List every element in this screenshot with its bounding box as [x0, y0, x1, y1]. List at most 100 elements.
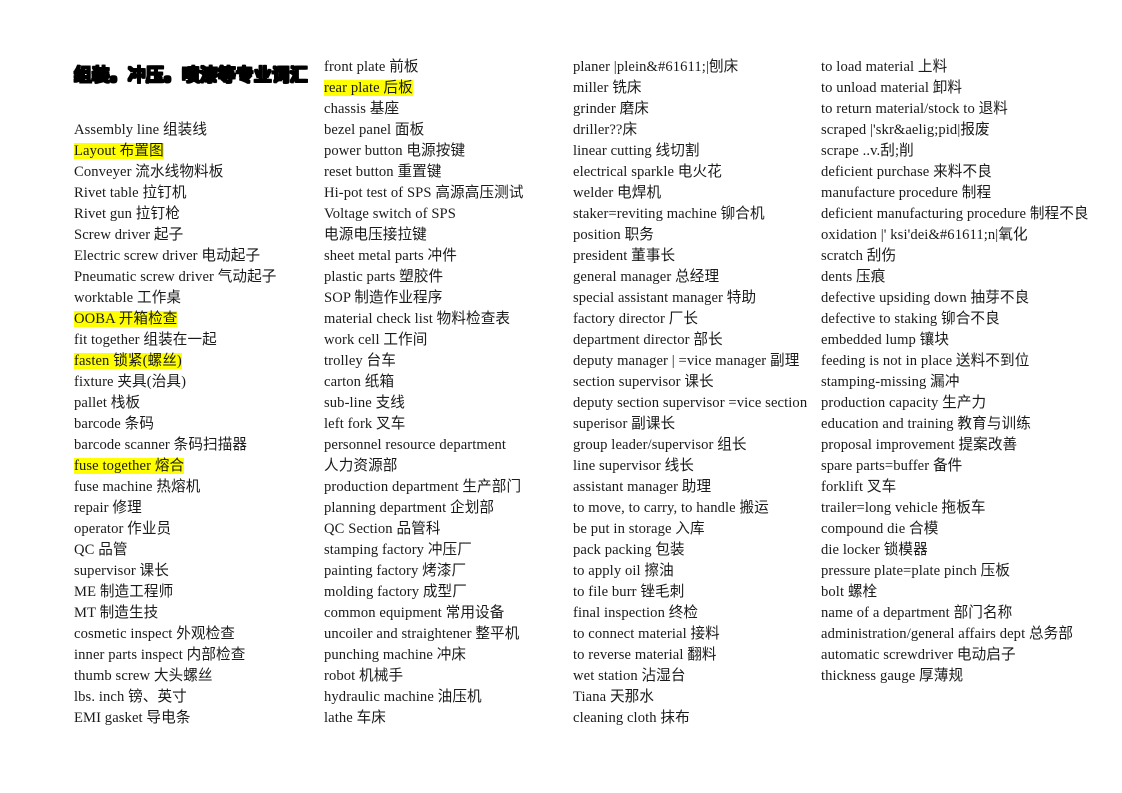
glossary-entry: planer |plein&#61611;|刨床 — [573, 59, 739, 75]
glossary-column-1: Assembly line 组装线 Layout 布置图 Conveyer 流水线物… — [74, 57, 314, 729]
glossary-entry: supervisor 课长 — [74, 563, 169, 579]
glossary-entry: forklift 叉车 — [821, 479, 897, 495]
glossary-entry: repair 修理 — [74, 500, 142, 516]
glossary-entry: thickness gauge 厚薄规 — [821, 668, 964, 684]
glossary-entry: miller 铣床 — [573, 80, 642, 96]
entry-list: to load material 上料 to unload material 卸料… — [821, 57, 1089, 687]
glossary-entry: Conveyer 流水线物料板 — [74, 164, 224, 180]
highlighted-term: rear plate 后板 — [324, 80, 413, 96]
document-page: 组装。冲压。喷漆等专业词汇 Assembly line 组装线 Layout 布置… — [0, 0, 1122, 793]
highlighted-term: fuse together 熔合 — [74, 458, 185, 474]
glossary-entry: OOBA 开箱检查 — [74, 309, 314, 330]
glossary-entry: deficient manufacturing procedure 制程不良 — [821, 206, 1089, 222]
glossary-entry: QC Section 品管科 — [324, 521, 441, 537]
glossary-entry: Pneumatic screw driver 气动起子 — [74, 269, 277, 285]
glossary-entry: sub-line 支线 — [324, 395, 405, 411]
glossary-entry: hydraulic machine 油压机 — [324, 689, 482, 705]
title-spacer — [74, 99, 314, 120]
glossary-entry: plastic parts 塑胶件 — [324, 269, 444, 285]
glossary-entry: manufacture procedure 制程 — [821, 185, 992, 201]
glossary-entry: oxidation |' ksi'dei&#61611;n|氧化 — [821, 227, 1028, 243]
glossary-entry: thumb screw 大头螺丝 — [74, 668, 213, 684]
glossary-entry: painting factory 烤漆厂 — [324, 563, 467, 579]
glossary-entry: reset button 重置键 — [324, 164, 442, 180]
glossary-entry: grinder 磨床 — [573, 101, 649, 117]
entry-list: front plate 前板 rear plate 后板 chassis 基座 bez… — [324, 57, 562, 729]
glossary-columns: Assembly line 组装线 Layout 布置图 Conveyer 流水线物… — [0, 0, 1122, 793]
glossary-entry: trolley 台车 — [324, 353, 396, 369]
glossary-entry: to reverse material 翻料 — [573, 647, 717, 663]
glossary-entry: electrical sparkle 电火花 — [573, 164, 722, 180]
glossary-entry: rear plate 后板 — [324, 78, 562, 99]
glossary-entry: carton 纸箱 — [324, 374, 395, 390]
glossary-entry: administration/general affairs dept 总务部 — [821, 626, 1074, 642]
glossary-entry: pressure plate=plate pinch 压板 — [821, 563, 1011, 579]
glossary-entry: worktable 工作桌 — [74, 290, 182, 306]
glossary-entry: punching machine 冲床 — [324, 647, 467, 663]
highlighted-term: fasten 锁紧(螺丝) — [74, 353, 182, 369]
glossary-column-4: to load material 上料 to unload material 卸料… — [821, 57, 1089, 687]
glossary-entry: compound die 合模 — [821, 521, 939, 537]
glossary-entry: to file burr 锉毛刺 — [573, 584, 685, 600]
glossary-entry: dents 压痕 — [821, 269, 886, 285]
glossary-entry: stamping-missing 漏冲 — [821, 374, 960, 390]
glossary-entry: deficient purchase 来料不良 — [821, 164, 992, 180]
glossary-entry: cosmetic inspect 外观检查 — [74, 626, 235, 642]
glossary-entry: QC 品管 — [74, 542, 128, 558]
glossary-entry: pallet 栈板 — [74, 395, 141, 411]
glossary-entry: fuse together 熔合 — [74, 456, 314, 477]
glossary-entry: deputy section supervisor =vice section — [573, 395, 808, 411]
glossary-entry: pack packing 包装 — [573, 542, 685, 558]
glossary-entry: production department 生产部门 — [324, 479, 522, 495]
glossary-entry: bezel panel 面板 — [324, 122, 425, 138]
title-spacer — [74, 78, 314, 99]
glossary-entry: staker=reviting machine 铆合机 — [573, 206, 765, 222]
glossary-entry: work cell 工作间 — [324, 332, 428, 348]
glossary-entry: general manager 总经理 — [573, 269, 720, 285]
glossary-entry: operator 作业员 — [74, 521, 172, 537]
glossary-entry: Rivet table 拉钉机 — [74, 185, 187, 201]
glossary-entry: education and training 教育与训练 — [821, 416, 1031, 432]
glossary-entry: special assistant manager 特助 — [573, 290, 757, 306]
glossary-entry: superisor 副课长 — [573, 416, 676, 432]
glossary-entry: final inspection 终检 — [573, 605, 699, 621]
highlighted-term: Layout 布置图 — [74, 143, 164, 159]
glossary-entry: Assembly line 组装线 — [74, 122, 208, 138]
glossary-entry: section supervisor 课长 — [573, 374, 714, 390]
glossary-entry: name of a department 部门名称 — [821, 605, 1013, 621]
glossary-entry: chassis 基座 — [324, 101, 400, 117]
glossary-entry: department director 部长 — [573, 332, 723, 348]
glossary-entry: planning department 企划部 — [324, 500, 495, 516]
glossary-entry: trailer=long vehicle 拖板车 — [821, 500, 986, 516]
glossary-column-2: front plate 前板 rear plate 后板 chassis 基座 bez… — [324, 57, 562, 729]
glossary-entry: lbs. inch 镑、英寸 — [74, 689, 187, 705]
glossary-entry: deputy manager | =vice manager 副理 — [573, 353, 800, 369]
glossary-entry: defective upsiding down 抽芽不良 — [821, 290, 1030, 306]
glossary-entry: scrape ..v.刮;削 — [821, 143, 914, 159]
glossary-entry: Voltage switch of SPS — [324, 206, 456, 222]
glossary-entry: material check list 物料检查表 — [324, 311, 511, 327]
glossary-entry: sheet metal parts 冲件 — [324, 248, 457, 264]
glossary-entry: fixture 夹具(治具) — [74, 374, 187, 390]
glossary-entry: 电源电压接拉键 — [324, 227, 427, 243]
glossary-entry: Electric screw driver 电动起子 — [74, 248, 261, 264]
glossary-entry: spare parts=buffer 备件 — [821, 458, 963, 474]
glossary-entry: Rivet gun 拉钉枪 — [74, 206, 180, 222]
glossary-entry: group leader/supervisor 组长 — [573, 437, 747, 453]
glossary-entry: president 董事长 — [573, 248, 676, 264]
glossary-entry: Tiana 天那水 — [573, 689, 655, 705]
glossary-entry: to apply oil 擦油 — [573, 563, 674, 579]
glossary-entry: SOP 制造作业程序 — [324, 290, 443, 306]
entry-list: planer |plein&#61611;|刨床 miller 铣床 grinder… — [573, 57, 818, 729]
glossary-entry: feeding is not in place 送料不到位 — [821, 353, 1030, 369]
glossary-entry: cleaning cloth 抹布 — [573, 710, 690, 726]
glossary-entry: stamping factory 冲压厂 — [324, 542, 472, 558]
glossary-entry: defective to staking 铆合不良 — [821, 311, 1000, 327]
glossary-entry: to unload material 卸料 — [821, 80, 963, 96]
highlighted-term: OOBA 开箱检查 — [74, 311, 178, 327]
glossary-entry: EMI gasket 导电条 — [74, 710, 191, 726]
glossary-entry: MT 制造生技 — [74, 605, 159, 621]
glossary-entry: Hi-pot test of SPS 高源高压测试 — [324, 185, 524, 201]
glossary-entry: front plate 前板 — [324, 59, 419, 75]
glossary-entry: position 职务 — [573, 227, 654, 243]
